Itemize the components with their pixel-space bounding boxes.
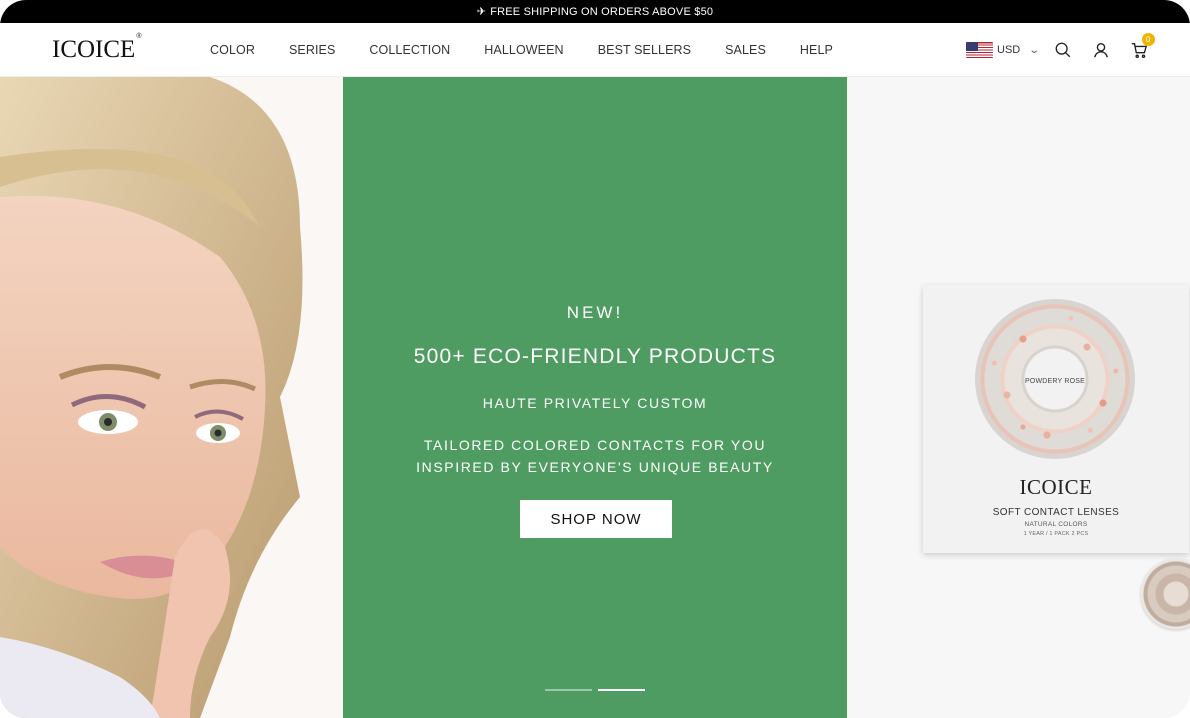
- search-icon[interactable]: [1053, 40, 1073, 60]
- cart-icon[interactable]: 0: [1129, 33, 1155, 60]
- nav-item-series[interactable]: SERIES: [289, 43, 335, 57]
- nav-item-best-sellers[interactable]: BEST SELLERS: [598, 43, 691, 57]
- nav-item-halloween[interactable]: HALLOWEEN: [484, 43, 563, 57]
- hero-kicker: NEW!: [566, 303, 624, 322]
- account-icon[interactable]: [1091, 40, 1111, 60]
- package-line-3: 1 YEAR / 1 PACK 2 PCS: [1023, 531, 1089, 537]
- currency-selector[interactable]: USD: [997, 44, 1020, 56]
- slide-indicator-1[interactable]: [545, 689, 592, 691]
- hero-banner: NEW! 500+ ECO-FRIENDLY PRODUCTS HAUTE PR…: [0, 77, 1190, 718]
- lens-color-label: POWDERY ROSE: [1024, 378, 1086, 385]
- site-header: ICOICE® COLOR SERIES COLLECTION HALLOWEE…: [0, 23, 1190, 77]
- package-line-1: SOFT CONTACT LENSES: [992, 507, 1120, 518]
- chevron-down-icon[interactable]: ⌄: [1029, 45, 1040, 56]
- main-nav: COLOR SERIES COLLECTION HALLOWEEN BEST S…: [210, 23, 867, 77]
- promo-panel: NEW! 500+ ECO-FRIENDLY PRODUCTS HAUTE PR…: [343, 77, 847, 718]
- hero-subtitle: HAUTE PRIVATELY CUSTOM: [482, 395, 708, 411]
- hero-title: 500+ ECO-FRIENDLY PRODUCTS: [413, 345, 777, 368]
- carousel-indicators: [545, 689, 651, 691]
- hero-tagline-1: TAILORED COLORED CONTACTS FOR YOU: [423, 437, 767, 453]
- cart-count-badge: 0: [1141, 33, 1155, 46]
- hero-tagline-2: INSPIRED BY EVERYONE'S UNIQUE BEAUTY: [416, 459, 774, 475]
- product-image: POWDERY ROSE ICOICE SOFT CONTACT LENSES …: [847, 77, 1190, 718]
- package-brand: ICOICE: [1019, 475, 1093, 499]
- model-image: [0, 77, 343, 718]
- model-portrait-illustration: [0, 77, 343, 718]
- announcement-text: FREE SHIPPING ON ORDERS ABOVE $50: [490, 5, 714, 18]
- logo-text: ICOICE: [52, 36, 136, 63]
- us-flag-icon[interactable]: [966, 42, 993, 58]
- nav-item-sales[interactable]: SALES: [725, 43, 766, 57]
- header-tools: USD ⌄ 0: [966, 23, 1167, 77]
- plane-icon: ✈: [476, 6, 487, 18]
- announcement-bar[interactable]: ✈ FREE SHIPPING ON ORDERS ABOVE $50: [0, 0, 1190, 23]
- slide-indicator-2[interactable]: [598, 689, 645, 691]
- nav-item-color[interactable]: COLOR: [210, 43, 255, 57]
- nav-item-collection[interactable]: COLLECTION: [369, 43, 450, 57]
- page: ✈ FREE SHIPPING ON ORDERS ABOVE $50 ICOI…: [0, 0, 1190, 718]
- registered-mark: ®: [136, 32, 142, 40]
- package-line-2: NATURAL COLORS: [1024, 521, 1088, 528]
- logo[interactable]: ICOICE®: [52, 32, 142, 64]
- contact-lens: [1141, 559, 1190, 629]
- lens-package: POWDERY ROSE ICOICE SOFT CONTACT LENSES …: [923, 285, 1189, 553]
- nav-item-help[interactable]: HELP: [800, 43, 833, 57]
- shop-now-button[interactable]: SHOP NOW: [520, 500, 672, 538]
